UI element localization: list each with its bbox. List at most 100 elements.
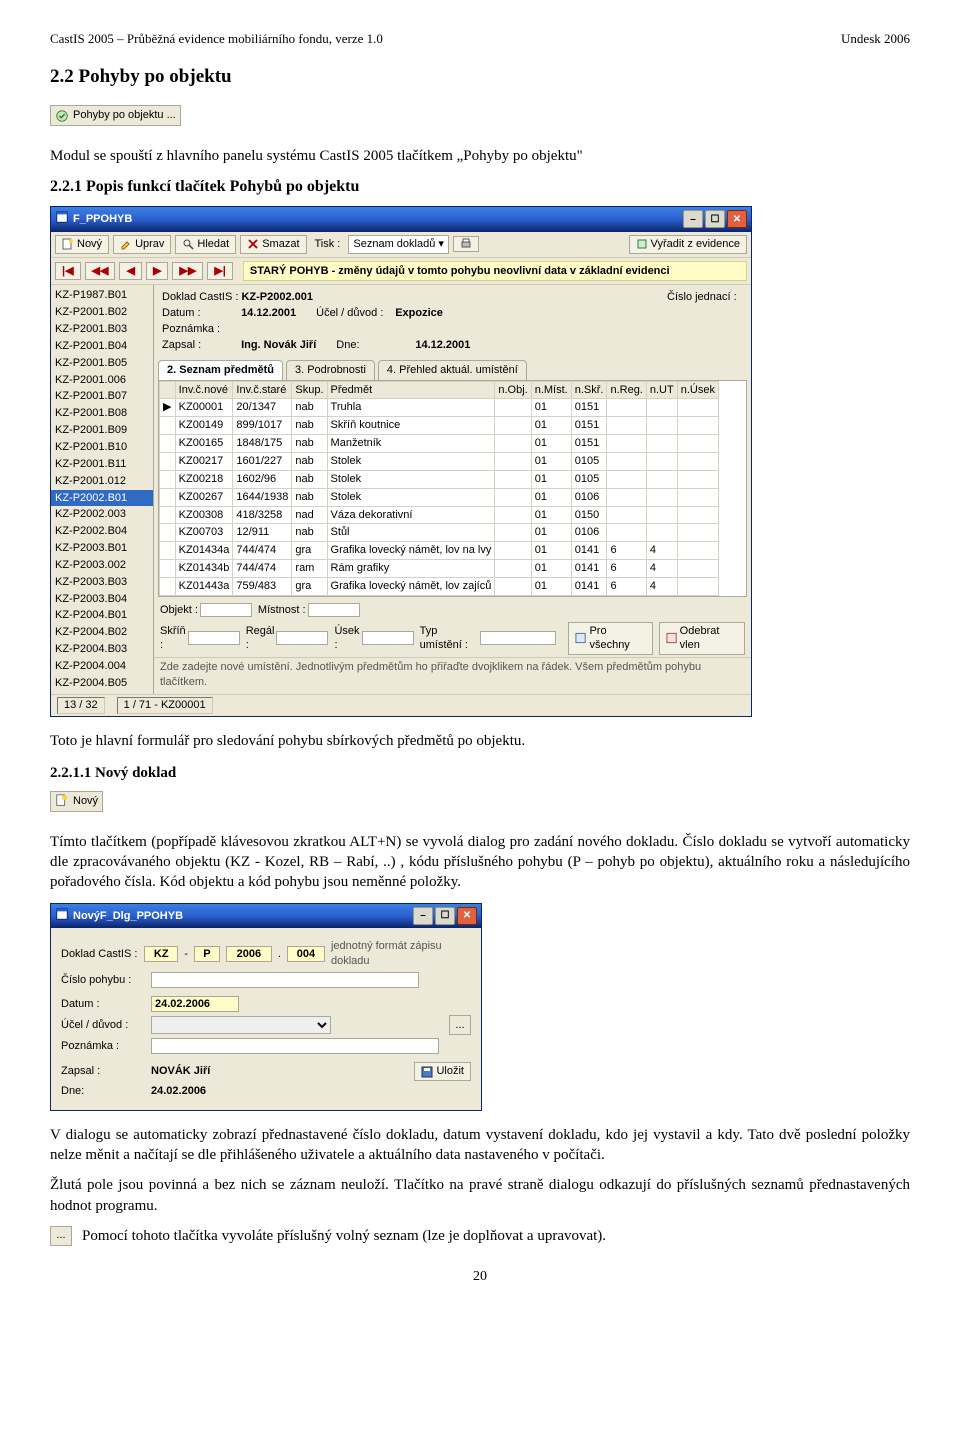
- sidebar-item[interactable]: KZ-P2001.B04: [51, 338, 153, 355]
- tab-seznam[interactable]: 2. Seznam předmětů: [158, 360, 283, 380]
- sidebar-item[interactable]: KZ-P2002.003: [51, 506, 153, 523]
- tab-podrobnosti[interactable]: 3. Podrobnosti: [286, 360, 375, 380]
- para-dialog-desc: V dialogu se automaticky zobrazí přednas…: [50, 1125, 910, 1166]
- nav-next[interactable]: ▶▶: [172, 262, 203, 281]
- sidebar-item[interactable]: KZ-P2004.004: [51, 658, 153, 675]
- doc-list-sidebar[interactable]: KZ-P1987.B01KZ-P2001.B02KZ-P2001.B03KZ-P…: [51, 285, 154, 693]
- sidebar-item[interactable]: KZ-P2003.B03: [51, 574, 153, 591]
- minimize-button[interactable]: –: [683, 210, 703, 228]
- dlg-titlebar[interactable]: NovýF_Dlg_PPOHYB – ☐ ✕: [51, 904, 481, 929]
- dlg-val-zapsal: NOVÁK Jiří: [151, 1064, 210, 1079]
- sidebar-item[interactable]: KZ-P2004.B05: [51, 675, 153, 692]
- sidebar-item[interactable]: KZ-P2002.B01: [51, 490, 153, 507]
- table-row[interactable]: ▶KZ0000120/1347nabTruhla010151: [160, 399, 719, 417]
- sidebar-item[interactable]: KZ-P2001.B03: [51, 321, 153, 338]
- sidebar-item[interactable]: KZ-P2003.002: [51, 557, 153, 574]
- tab-prehled[interactable]: 4. Přehled aktuál. umístění: [378, 360, 527, 380]
- dlg-ucel-lookup[interactable]: ...: [449, 1015, 471, 1035]
- grid-header[interactable]: Skup.: [292, 381, 327, 399]
- remove-from-evidence-button[interactable]: Vyřadit z evidence: [629, 235, 747, 254]
- main-window: F_PPOHYB – ☐ ✕ Nový Uprav Hledat S: [50, 206, 752, 717]
- nav-prev[interactable]: ◀◀: [85, 262, 116, 281]
- dlg-save-button[interactable]: Uložit: [414, 1062, 471, 1081]
- grid-header[interactable]: n.Úsek: [677, 381, 718, 399]
- table-row[interactable]: KZ002671644/1938nabStolek010106: [160, 488, 719, 506]
- nav-last[interactable]: ▶|: [207, 262, 233, 281]
- sidebar-item[interactable]: KZ-P2001.B07: [51, 388, 153, 405]
- sidebar-item[interactable]: KZ-P1987.B01: [51, 287, 153, 304]
- titlebar[interactable]: F_PPOHYB – ☐ ✕: [51, 207, 751, 232]
- inp-mistnost[interactable]: [308, 603, 360, 617]
- dlg-sel-ucel[interactable]: [151, 1016, 331, 1034]
- table-row[interactable]: KZ0070312/911nabStůl010106: [160, 524, 719, 542]
- table-row[interactable]: KZ002171601/227nabStolek010105: [160, 453, 719, 471]
- sidebar-item[interactable]: KZ-P2001.B11: [51, 456, 153, 473]
- grid-header[interactable]: [160, 381, 176, 399]
- new-doc-dialog: NovýF_Dlg_PPOHYB – ☐ ✕ Doklad CastIS : -…: [50, 903, 482, 1111]
- dlg-inp-poznamka[interactable]: [151, 1038, 439, 1054]
- dlg-minimize-button[interactable]: –: [413, 907, 433, 925]
- dlg-inp-type[interactable]: [194, 946, 220, 962]
- maximize-button[interactable]: ☐: [705, 210, 725, 228]
- dlg-maximize-button[interactable]: ☐: [435, 907, 455, 925]
- search-button[interactable]: Hledat: [175, 235, 236, 254]
- sidebar-item[interactable]: KZ-P2001.B10: [51, 439, 153, 456]
- sidebar-item[interactable]: KZ-P2003.B04: [51, 591, 153, 608]
- sidebar-item[interactable]: KZ-P2003.B01: [51, 540, 153, 557]
- table-row[interactable]: KZ01443a759/483graGrafika lovecký námět,…: [160, 577, 719, 595]
- edit-button[interactable]: Uprav: [113, 235, 171, 254]
- dlg-inp-prefix[interactable]: [144, 946, 178, 962]
- close-button[interactable]: ✕: [727, 210, 747, 228]
- print-button[interactable]: [453, 236, 479, 252]
- grid-header[interactable]: n.Obj.: [495, 381, 531, 399]
- inp-objekt[interactable]: [200, 603, 252, 617]
- sidebar-item[interactable]: KZ-P2001.B05: [51, 355, 153, 372]
- new-button[interactable]: Nový: [55, 235, 109, 254]
- lookup-button-sample[interactable]: ...: [50, 1226, 72, 1246]
- grid-header[interactable]: Inv.č.nové: [175, 381, 233, 399]
- inp-regal[interactable]: [276, 631, 328, 645]
- table-row[interactable]: KZ00308418/3258nadVáza dekorativní010150: [160, 506, 719, 524]
- sidebar-item[interactable]: KZ-P2001.B08: [51, 405, 153, 422]
- nav-back[interactable]: ◀: [119, 262, 141, 281]
- table-row[interactable]: KZ001651848/175nabManžetník010151: [160, 435, 719, 453]
- sidebar-item[interactable]: KZ-P2001.006: [51, 372, 153, 389]
- sidebar-item[interactable]: KZ-P2004.B02: [51, 624, 153, 641]
- btn-odebrat[interactable]: Odebrat vlen: [659, 622, 745, 656]
- dlg-inp-seq[interactable]: [287, 946, 325, 962]
- grid-header[interactable]: n.Míst.: [531, 381, 571, 399]
- grid-header[interactable]: Předmět: [327, 381, 495, 399]
- lab-skrin: Skříň :: [160, 624, 186, 654]
- table-row[interactable]: KZ01434a744/474graGrafika lovecký námět,…: [160, 542, 719, 560]
- table-row[interactable]: KZ00149899/1017nabSkříň koutnice010151: [160, 417, 719, 435]
- tisk-combo[interactable]: Seznam dokladů ▾: [348, 235, 449, 254]
- table-row[interactable]: KZ002181602/96nabStolek010105: [160, 470, 719, 488]
- sidebar-item[interactable]: KZ-P2004.B01: [51, 607, 153, 624]
- grid-header[interactable]: n.UT: [646, 381, 677, 399]
- dlg-inp-datum[interactable]: [151, 996, 239, 1012]
- sidebar-item[interactable]: KZ-P2004.B03: [51, 641, 153, 658]
- sidebar-item[interactable]: KZ-P2002.B04: [51, 523, 153, 540]
- btn-pro-vsechny[interactable]: Pro všechny: [568, 622, 652, 656]
- dlg-body: Doklad CastIS : - . jednotný formát zápi…: [51, 928, 481, 1109]
- lab-ucel: Účel / důvod :: [316, 306, 392, 321]
- dlg-inp-year[interactable]: [226, 946, 272, 962]
- grid-header[interactable]: Inv.č.staré: [233, 381, 292, 399]
- grid-header[interactable]: n.Skř.: [571, 381, 607, 399]
- sidebar-item[interactable]: KZ-P2001.B02: [51, 304, 153, 321]
- inp-skrin[interactable]: [188, 631, 240, 645]
- items-grid[interactable]: Inv.č.novéInv.č.staréSkup.Předmětn.Obj.n…: [158, 380, 747, 597]
- sidebar-item[interactable]: KZ-P2001.B09: [51, 422, 153, 439]
- dlg-close-button[interactable]: ✕: [457, 907, 477, 925]
- delete-button[interactable]: Smazat: [240, 235, 306, 254]
- dlg-lab-zapsal: Zapsal :: [61, 1064, 145, 1079]
- table-row[interactable]: KZ01434b744/474ramRám grafiky01014164: [160, 560, 719, 578]
- sidebar-item[interactable]: KZ-P2001.012: [51, 473, 153, 490]
- inp-usek[interactable]: [362, 631, 414, 645]
- inp-typ[interactable]: [480, 631, 556, 645]
- form-block: Doklad CastIS : KZ-P2002.001 Číslo jedna…: [154, 285, 751, 359]
- nav-fwd[interactable]: ▶: [146, 262, 168, 281]
- dlg-inp-cislo[interactable]: [151, 972, 419, 988]
- nav-first[interactable]: |◀: [55, 262, 81, 281]
- grid-header[interactable]: n.Reg.: [607, 381, 646, 399]
